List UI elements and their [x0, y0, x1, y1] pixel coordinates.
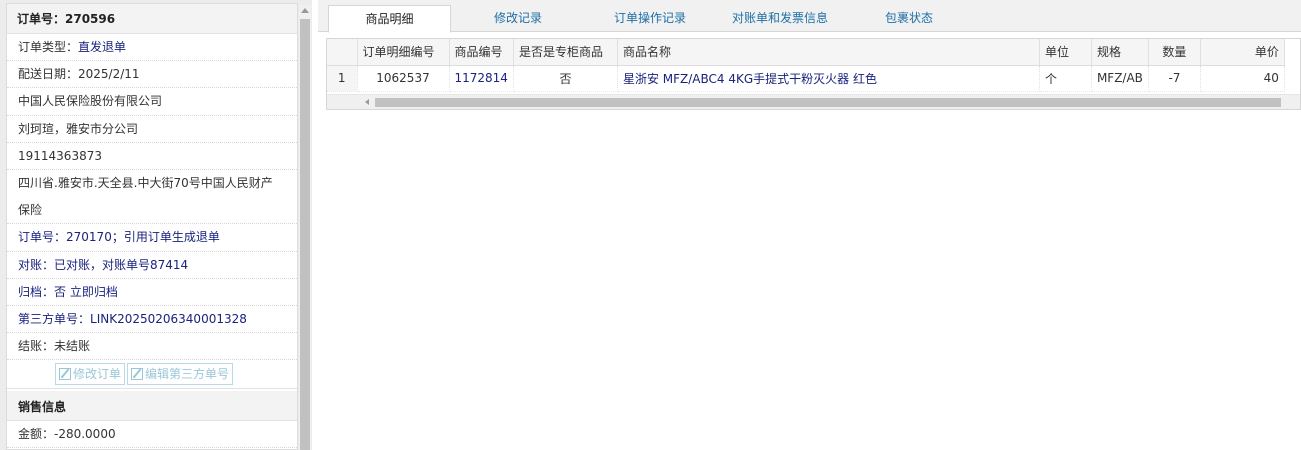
row-number: 1	[327, 65, 358, 92]
product-grid: 订单明细编号 商品编号 是否是专柜商品 商品名称 单位 规格 数量 单价 1 1…	[326, 38, 1301, 110]
cell-product-name[interactable]: 星浙安 MFZ/ABC4 4KG手提式干粉灭火器 红色	[617, 65, 1040, 92]
edit-icon	[59, 368, 71, 381]
column-header-spec[interactable]: 规格	[1091, 39, 1149, 66]
tab-product-details[interactable]: 商品明细	[328, 5, 451, 33]
column-header-price[interactable]: 单价	[1200, 39, 1285, 66]
delivery-date-row: 配送日期：2025/2/11	[7, 61, 297, 89]
cell-price: 40	[1200, 65, 1285, 92]
column-header-qty[interactable]: 数量	[1148, 39, 1201, 66]
company-row: 中国人民保险股份有限公司	[7, 88, 297, 116]
column-header-product-name[interactable]: 商品名称	[617, 39, 1040, 66]
column-header-is-counter[interactable]: 是否是专柜商品	[513, 39, 618, 66]
tab-reconcile-invoice[interactable]: 对账单和发票信息	[720, 5, 840, 32]
table-row[interactable]: 1 1062537 1172814 否 星浙安 MFZ/ABC4 4KG手提式干…	[327, 65, 1285, 92]
product-table: 订单明细编号 商品编号 是否是专柜商品 商品名称 单位 规格 数量 单价 1 1…	[327, 39, 1285, 92]
edit-third-party-button[interactable]: 编辑第三方单号	[127, 363, 234, 386]
grid-horizontal-scrollbar[interactable]	[327, 94, 1300, 109]
phone-row: 19114363873	[7, 143, 297, 170]
edit-icon	[131, 368, 144, 381]
left-panel-scroll-thumb[interactable]	[300, 19, 310, 450]
third-party-value: LINK20250206340001328	[90, 311, 247, 326]
column-header-unit[interactable]: 单位	[1039, 39, 1092, 66]
reconcile-value[interactable]: 已对账，对账单号87414	[54, 258, 188, 272]
grid-scroll-thumb[interactable]	[375, 98, 1281, 107]
third-party-row: 第三方单号：LINK20250206340001328	[7, 306, 297, 334]
cell-unit: 个	[1039, 65, 1092, 92]
edit-third-party-label: 编辑第三方单号	[145, 367, 230, 382]
ref-order-value[interactable]: 270170；引用订单生成退单	[66, 230, 220, 244]
archive-row[interactable]: 归档：否 立即归档	[7, 279, 297, 306]
order-type-row: 订单类型：直发退单	[7, 34, 297, 62]
order-type-value: 直发退单	[78, 40, 127, 54]
cell-product-id[interactable]: 1172814	[449, 65, 514, 92]
app-window: 订单号：270596 订单类型：直发退单 配送日期：2025/2/11 中国人民…	[0, 0, 1301, 450]
column-header-detail-id[interactable]: 订单明细编号	[357, 39, 450, 66]
tab-order-operation-log[interactable]: 订单操作记录	[600, 5, 700, 32]
cell-detail-id: 1062537	[357, 65, 450, 92]
contact-row: 刘珂瑄，雅安市分公司	[7, 116, 297, 143]
action-buttons: 修改订单 编辑第三方单号	[7, 360, 297, 390]
cell-qty: -7	[1148, 65, 1201, 92]
scroll-left-arrow-icon[interactable]	[365, 99, 369, 105]
sales-info-header: 销售信息	[7, 391, 297, 422]
cell-spec: MFZ/AB	[1091, 65, 1149, 92]
tab-modify-log[interactable]: 修改记录	[478, 5, 558, 32]
tab-package-status[interactable]: 包裹状态	[876, 5, 942, 32]
table-header-row: 订单明细编号 商品编号 是否是专柜商品 商品名称 单位 规格 数量 单价	[327, 39, 1285, 66]
details-panel: 商品明细 修改记录 订单操作记录 对账单和发票信息 包裹状态 订单明细编号 商品…	[318, 0, 1301, 450]
edit-order-button[interactable]: 修改订单	[55, 363, 126, 386]
reconcile-row[interactable]: 对账：已对账，对账单号87414	[7, 252, 297, 279]
third-party-label: 第三方单号：	[18, 311, 91, 326]
left-panel-scrollbar[interactable]	[299, 5, 311, 450]
archive-label: 归档：	[18, 284, 55, 299]
ref-order-row[interactable]: 订单号：270170；引用订单生成退单	[7, 224, 297, 252]
order-info-content: 订单号：270596 订单类型：直发退单 配送日期：2025/2/11 中国人民…	[6, 3, 298, 450]
settle-row: 结账：未结账	[7, 333, 297, 361]
ref-order-label: 订单号：	[18, 230, 67, 245]
order-info-panel: 订单号：270596 订单类型：直发退单 配送日期：2025/2/11 中国人民…	[0, 0, 312, 450]
amount-row: 金额：-280.0000	[7, 421, 297, 449]
edit-order-label: 修改订单	[73, 367, 122, 382]
order-type-label: 订单类型：	[18, 40, 79, 54]
reconcile-label: 对账：	[18, 257, 55, 272]
row-number-header	[327, 39, 358, 66]
tab-bar: 商品明细 修改记录 订单操作记录 对账单和发票信息 包裹状态	[318, 0, 1301, 33]
cell-is-counter: 否	[513, 65, 618, 92]
archive-value[interactable]: 否 立即归档	[54, 285, 118, 299]
order-number-header: 订单号：270596	[7, 4, 297, 34]
scroll-up-arrow-icon[interactable]	[301, 8, 309, 13]
column-header-product-id[interactable]: 商品编号	[449, 39, 514, 66]
address-row: 四川省.雅安市.天全县.中大街70号中国人民财产保险	[7, 170, 297, 225]
